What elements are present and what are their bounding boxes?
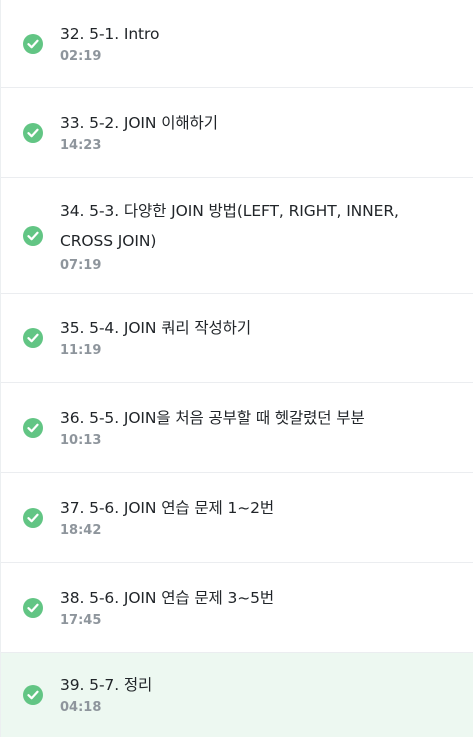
lesson-duration: 07:19 bbox=[60, 257, 102, 273]
lesson-item[interactable]: 38. 5-6. JOIN 연습 문제 3~5번 17:45 bbox=[1, 563, 473, 653]
lesson-duration: 17:45 bbox=[60, 612, 102, 628]
lesson-item[interactable]: 32. 5-1. Intro 02:19 bbox=[1, 0, 473, 88]
check-circle-icon bbox=[23, 597, 43, 618]
lesson-item-current[interactable]: 39. 5-7. 정리 04:18 bbox=[1, 653, 473, 737]
lesson-text: 35. 5-4. JOIN 쿼리 작성하기 11:19 bbox=[60, 315, 473, 361]
lesson-title: 38. 5-6. JOIN 연습 문제 3~5번 bbox=[60, 588, 275, 607]
check-circle-icon bbox=[23, 507, 43, 528]
lesson-text: 39. 5-7. 정리 04:18 bbox=[60, 672, 473, 718]
lesson-list: 32. 5-1. Intro 02:19 33. 5-2. JOIN 이해하기 … bbox=[0, 0, 473, 737]
lesson-duration: 04:18 bbox=[60, 700, 102, 715]
lesson-duration: 14:23 bbox=[60, 137, 102, 153]
lesson-title: 35. 5-4. JOIN 쿼리 작성하기 bbox=[60, 319, 251, 337]
lesson-title: 36. 5-5. JOIN을 처음 공부할 때 헷갈렸던 부분 bbox=[60, 408, 365, 427]
lesson-text: 37. 5-6. JOIN 연습 문제 1~2번 18:42 bbox=[60, 495, 473, 541]
lesson-duration: 02:19 bbox=[60, 48, 102, 64]
lesson-text: 38. 5-6. JOIN 연습 문제 3~5번 17:45 bbox=[60, 585, 473, 631]
lesson-title: 37. 5-6. JOIN 연습 문제 1~2번 bbox=[60, 498, 275, 517]
lesson-duration: 11:19 bbox=[60, 343, 102, 358]
lesson-item[interactable]: 37. 5-6. JOIN 연습 문제 1~2번 18:42 bbox=[1, 473, 473, 563]
lesson-item[interactable]: 35. 5-4. JOIN 쿼리 작성하기 11:19 bbox=[1, 294, 473, 383]
check-circle-icon bbox=[23, 122, 43, 143]
lesson-title: 39. 5-7. 정리 bbox=[60, 676, 153, 694]
lesson-title: 34. 5-3. 다양한 JOIN 방법(LEFT, RIGHT, INNER,… bbox=[60, 201, 399, 250]
check-circle-icon bbox=[23, 685, 43, 705]
lesson-duration: 18:42 bbox=[60, 522, 102, 538]
lesson-text: 32. 5-1. Intro 02:19 bbox=[60, 21, 473, 67]
lesson-text: 34. 5-3. 다양한 JOIN 방법(LEFT, RIGHT, INNER,… bbox=[60, 196, 473, 276]
lesson-item[interactable]: 34. 5-3. 다양한 JOIN 방법(LEFT, RIGHT, INNER,… bbox=[1, 178, 473, 294]
check-circle-icon bbox=[23, 328, 43, 348]
lesson-text: 33. 5-2. JOIN 이해하기 14:23 bbox=[60, 110, 473, 156]
lesson-title: 32. 5-1. Intro bbox=[60, 24, 160, 43]
check-circle-icon bbox=[23, 225, 43, 246]
check-circle-icon bbox=[23, 33, 43, 54]
lesson-text: 36. 5-5. JOIN을 처음 공부할 때 헷갈렸던 부분 10:13 bbox=[60, 405, 473, 451]
lesson-duration: 10:13 bbox=[60, 432, 102, 448]
lesson-item[interactable]: 36. 5-5. JOIN을 처음 공부할 때 헷갈렸던 부분 10:13 bbox=[1, 383, 473, 473]
lesson-item[interactable]: 33. 5-2. JOIN 이해하기 14:23 bbox=[1, 88, 473, 178]
lesson-title: 33. 5-2. JOIN 이해하기 bbox=[60, 113, 218, 132]
check-circle-icon bbox=[23, 417, 43, 438]
